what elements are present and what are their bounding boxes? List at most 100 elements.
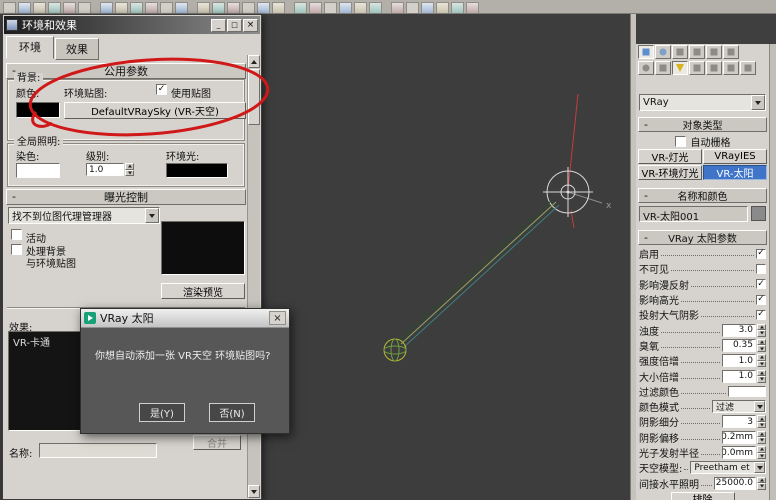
autogrid-checkbox[interactable]: [675, 136, 686, 147]
vray-ies-button[interactable]: VRayIES: [703, 149, 767, 164]
rectangle-region-icon[interactable]: [115, 2, 128, 13]
rotate-icon[interactable]: [160, 2, 173, 13]
scale-icon[interactable]: [175, 2, 188, 13]
lights-icon[interactable]: [672, 61, 688, 75]
sun-target-gizmo[interactable]: [384, 339, 406, 361]
render-setup-icon[interactable]: [406, 2, 419, 13]
param-spinner[interactable]: 25000.0: [714, 477, 766, 490]
object-color-swatch[interactable]: [751, 206, 766, 221]
param-checkbox[interactable]: ✓: [756, 249, 766, 259]
prompt-titlebar[interactable]: VRay 太阳: [81, 309, 289, 328]
exposure-type-dropdown[interactable]: 找不到位图代理管理器: [8, 207, 160, 224]
modify-tab-icon[interactable]: [655, 45, 671, 59]
snap-toggle-icon[interactable]: [242, 2, 255, 13]
rollout-exposure-control[interactable]: 曝光控制: [6, 189, 246, 205]
active-checkbox[interactable]: [11, 229, 22, 240]
hierarchy-tab-icon[interactable]: [672, 45, 688, 59]
helpers-icon[interactable]: [706, 61, 722, 75]
layer-manager-icon[interactable]: [354, 2, 367, 13]
param-spinner[interactable]: 0.2mm: [722, 431, 766, 444]
merge-button[interactable]: 合并: [193, 435, 241, 450]
angle-snap-icon[interactable]: [257, 2, 270, 13]
param-checkbox[interactable]: ✓: [756, 295, 766, 305]
param-checkbox[interactable]: [756, 264, 766, 274]
perspective-viewport[interactable]: x: [262, 14, 630, 500]
vray-sun-button[interactable]: VR-太阳: [703, 165, 767, 180]
viewport-canvas[interactable]: x: [262, 14, 630, 500]
no-button[interactable]: 否(N): [209, 403, 255, 422]
tint-color-swatch[interactable]: [16, 163, 60, 178]
exclude-button[interactable]: 排除: [671, 492, 735, 500]
param-spinner[interactable]: 1.0: [722, 354, 766, 367]
material-editor-icon[interactable]: [391, 2, 404, 13]
vray-ambient-light-button[interactable]: VR-环境灯光: [638, 165, 702, 180]
graph-editor-icon[interactable]: [369, 2, 382, 13]
color-mode-dropdown[interactable]: 过滤: [712, 400, 766, 413]
cameras-icon[interactable]: [689, 61, 705, 75]
tab-environment[interactable]: 环境: [6, 36, 54, 59]
param-spinner[interactable]: 3: [722, 415, 766, 428]
named-sets-icon[interactable]: [309, 2, 322, 13]
background-color-swatch[interactable]: [16, 102, 60, 118]
undo-icon[interactable]: [3, 2, 16, 13]
spinner-snap-icon[interactable]: [294, 2, 307, 13]
object-name-field[interactable]: VR-太阳001: [639, 206, 748, 222]
percent-snap-icon[interactable]: [272, 2, 285, 13]
process-background-checkbox[interactable]: [11, 244, 22, 255]
maximize-button[interactable]: [227, 19, 242, 32]
geometry-icon[interactable]: [638, 61, 654, 75]
dialog-titlebar[interactable]: 环境和效果: [4, 16, 260, 34]
param-spinner[interactable]: 50.0mm: [722, 446, 766, 459]
level-spinner[interactable]: 1.0: [86, 163, 134, 176]
minimize-button[interactable]: [211, 19, 226, 32]
rollout-name-color[interactable]: 名称和颜色: [638, 188, 767, 203]
display-tab-icon[interactable]: [706, 45, 722, 59]
light-type-dropdown[interactable]: VRay: [639, 94, 766, 111]
link-icon[interactable]: [33, 2, 46, 13]
help-icon[interactable]: [466, 2, 479, 13]
rollout-object-type[interactable]: 对象类型: [638, 117, 767, 132]
yes-button[interactable]: 是(Y): [139, 403, 185, 422]
param-spinner[interactable]: 1.0: [722, 370, 766, 383]
select-object-icon[interactable]: [78, 2, 91, 13]
utilities-tab-icon[interactable]: [723, 45, 739, 59]
quick-render-icon[interactable]: [436, 2, 449, 13]
list-item[interactable]: VR-卡通: [13, 338, 50, 349]
motion-tab-icon[interactable]: [689, 45, 705, 59]
spacewarps-icon[interactable]: [723, 61, 739, 75]
param-checkbox[interactable]: ✓: [756, 310, 766, 320]
redo-icon[interactable]: [18, 2, 31, 13]
param-spinner[interactable]: 0.35: [722, 339, 766, 352]
select-manipulate-icon[interactable]: [227, 2, 240, 13]
rendered-frame-icon[interactable]: [421, 2, 434, 13]
sky-model-dropdown[interactable]: Preetham et: [690, 461, 766, 474]
mirror-icon[interactable]: [324, 2, 337, 13]
vray-light-button[interactable]: VR-灯光: [638, 149, 702, 164]
ambient-color-swatch[interactable]: [166, 163, 228, 178]
systems-icon[interactable]: [740, 61, 756, 75]
ref-coordinate-icon[interactable]: [197, 2, 210, 13]
effect-name-field[interactable]: [39, 443, 157, 458]
shapes-icon[interactable]: [655, 61, 671, 75]
use-map-checkbox[interactable]: ✓: [156, 84, 167, 95]
rollout-sun-params[interactable]: VRay 太阳参数: [638, 230, 767, 245]
panel-scrollbar[interactable]: [769, 44, 776, 500]
param-spinner[interactable]: 3.0: [722, 324, 766, 337]
scroll-down-icon[interactable]: [248, 485, 260, 498]
pivot-center-icon[interactable]: [212, 2, 225, 13]
filter-color-swatch[interactable]: [728, 386, 766, 397]
close-icon[interactable]: [269, 311, 286, 325]
render-production-icon[interactable]: [451, 2, 464, 13]
unlink-icon[interactable]: [48, 2, 61, 13]
environment-map-button[interactable]: DefaultVRaySky (VR-天空): [64, 102, 246, 119]
align-icon[interactable]: [339, 2, 352, 13]
create-tab-icon[interactable]: [638, 45, 654, 59]
scrollbar-thumb[interactable]: [248, 69, 260, 125]
bind-spacewarp-icon[interactable]: [63, 2, 76, 13]
render-preview-button[interactable]: 渲染预览: [161, 283, 245, 299]
select-by-name-icon[interactable]: [100, 2, 113, 13]
close-button[interactable]: [243, 19, 258, 32]
param-checkbox[interactable]: ✓: [756, 279, 766, 289]
tab-effects[interactable]: 效果: [55, 38, 99, 60]
vray-sun-gizmo[interactable]: x: [398, 94, 612, 347]
